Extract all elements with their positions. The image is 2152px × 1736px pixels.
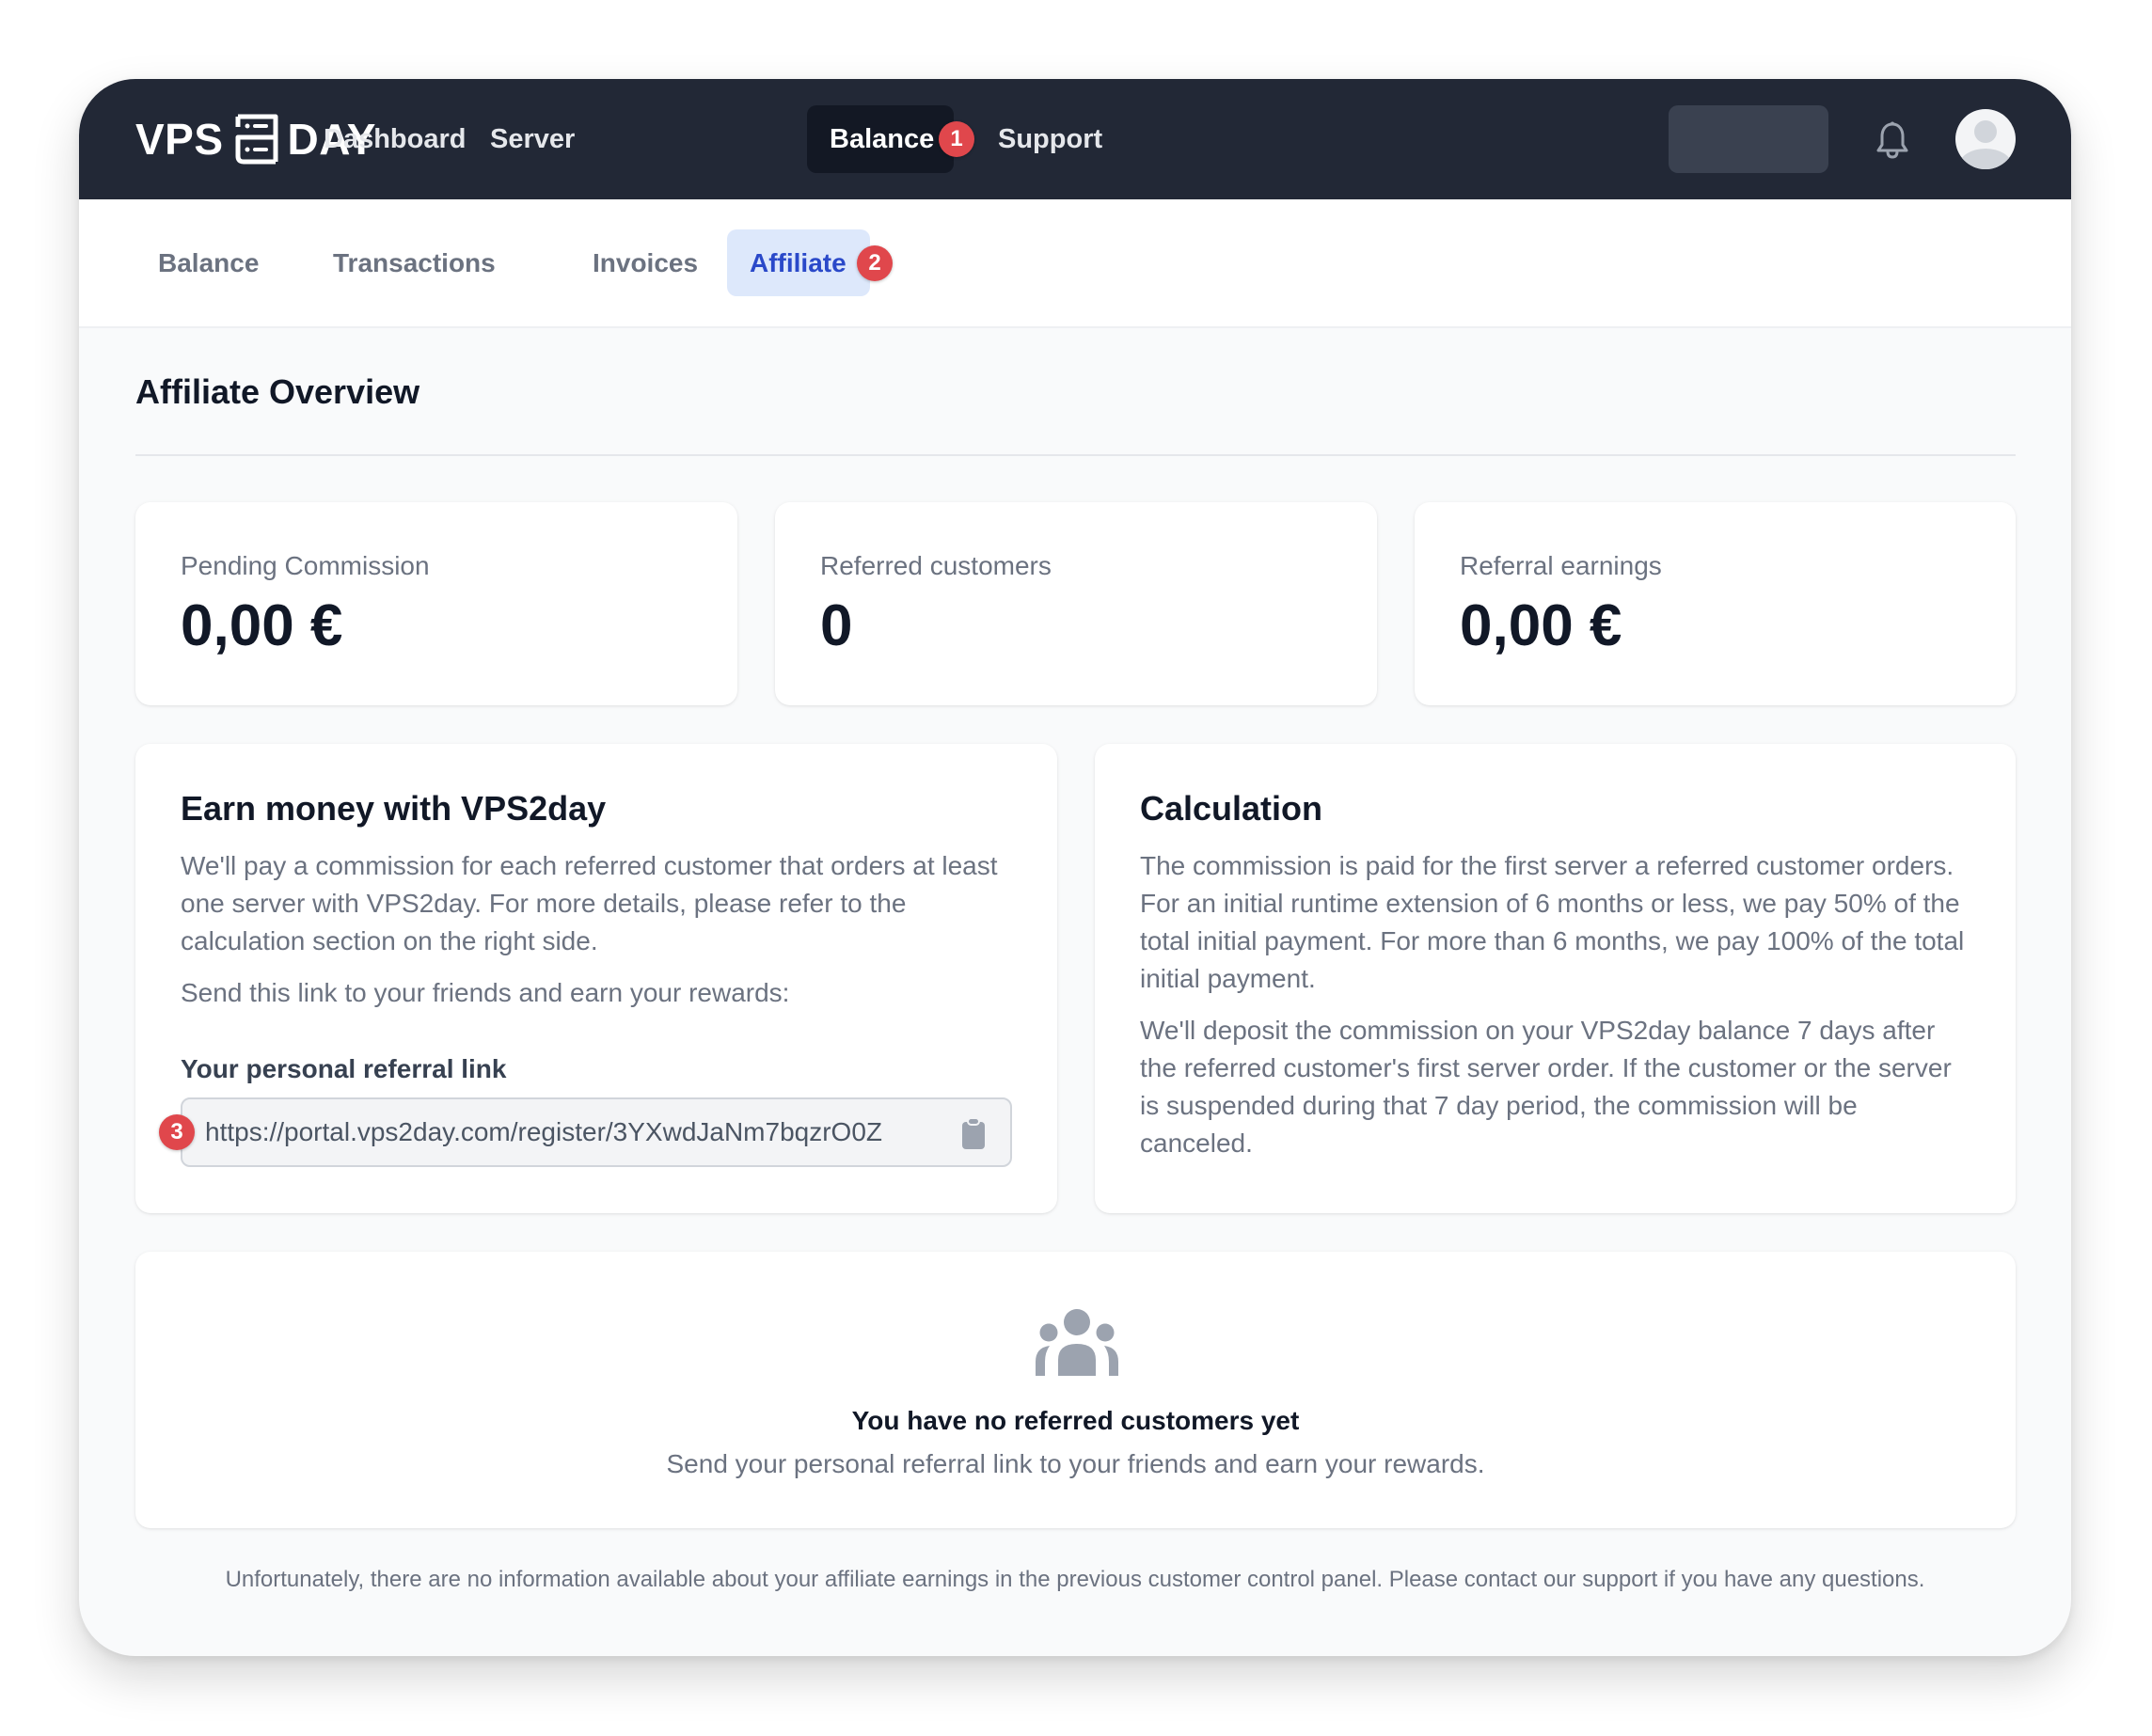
logo-text-left: VPS (135, 115, 224, 164)
referral-link-field[interactable]: https://portal.vps2day.com/register/3YXw… (181, 1097, 1012, 1167)
stat-label: Pending Commission (181, 551, 430, 580)
nav-balance-badge: 1 (939, 121, 974, 157)
sub-navigation: Balance Transactions Invoices Affiliate … (79, 199, 2071, 328)
calculation-paragraph-2: We'll deposit the commission on your VPS… (1140, 1016, 1952, 1158)
referral-link-value: https://portal.vps2day.com/register/3YXw… (205, 1117, 883, 1146)
nav-server[interactable]: Server (467, 105, 597, 173)
tab-affiliate[interactable]: Affiliate (727, 229, 870, 296)
app-window: VPS DAY Dashboard Server Balance 1 Suppo… (79, 79, 2071, 1656)
search-box[interactable] (1669, 105, 1828, 173)
nav-dashboard[interactable]: Dashboard (301, 105, 488, 173)
referral-link-badge: 3 (159, 1114, 195, 1150)
stat-value: 0,00 € (1460, 593, 1622, 658)
page-title: Affiliate Overview (135, 372, 420, 411)
bell-icon[interactable] (1874, 120, 1911, 162)
stat-value: 0,00 € (181, 593, 343, 658)
earn-card-instruction: Send this link to your friends and earn … (181, 978, 790, 1007)
tab-balance-label: Balance (158, 247, 260, 277)
title-divider (135, 454, 2016, 456)
clipboard-copy-icon[interactable] (961, 1118, 986, 1150)
stat-label: Referred customers (820, 551, 1052, 580)
calculation-paragraph-1: The commission is paid for the first ser… (1140, 851, 1965, 993)
footer-note: Unfortunately, there are no information … (225, 1567, 1925, 1592)
stat-card-referral-earnings: Referral earnings 0,00 € (1415, 502, 2016, 705)
tab-affiliate-label: Affiliate (750, 247, 847, 277)
calculation-card-title: Calculation (1140, 789, 1323, 828)
stat-value: 0 (820, 593, 853, 658)
top-navigation: VPS DAY Dashboard Server Balance 1 Suppo… (79, 79, 2071, 199)
tab-balance[interactable]: Balance (135, 229, 281, 296)
server-2-logo-icon (235, 114, 278, 165)
stat-card-referred-customers: Referred customers 0 (775, 502, 1377, 705)
tab-invoices[interactable]: Invoices (570, 229, 720, 296)
earn-card-description: We'll pay a commission for each referred… (181, 851, 998, 955)
earn-money-card: Earn money with VPS2day We'll pay a comm… (135, 744, 1057, 1213)
nav-server-label: Server (490, 123, 576, 154)
referred-customers-empty-state: You have no referred customers yet Send … (135, 1252, 2016, 1528)
nav-support-label: Support (998, 123, 1103, 154)
stat-card-pending-commission: Pending Commission 0,00 € (135, 502, 737, 705)
earn-card-title: Earn money with VPS2day (181, 789, 607, 828)
tab-transactions-label: Transactions (333, 247, 496, 277)
nav-dashboard-label: Dashboard (324, 123, 467, 154)
tab-affiliate-badge: 2 (857, 245, 893, 281)
user-avatar-icon (1959, 120, 2012, 169)
stat-label: Referral earnings (1460, 551, 1662, 580)
nav-balance[interactable]: Balance (807, 105, 954, 173)
tab-invoices-label: Invoices (593, 247, 699, 277)
referral-link-label: Your personal referral link (181, 1054, 507, 1083)
calculation-card: Calculation The commission is paid for t… (1095, 744, 2016, 1213)
empty-state-subtitle: Send your personal referral link to your… (666, 1449, 1485, 1478)
nav-balance-label: Balance (830, 123, 935, 154)
tab-transactions[interactable]: Transactions (310, 229, 518, 296)
empty-state-title: You have no referred customers yet (851, 1406, 1300, 1435)
users-icon (1036, 1309, 1118, 1376)
user-avatar[interactable] (1955, 109, 2016, 169)
nav-support[interactable]: Support (975, 105, 1125, 173)
